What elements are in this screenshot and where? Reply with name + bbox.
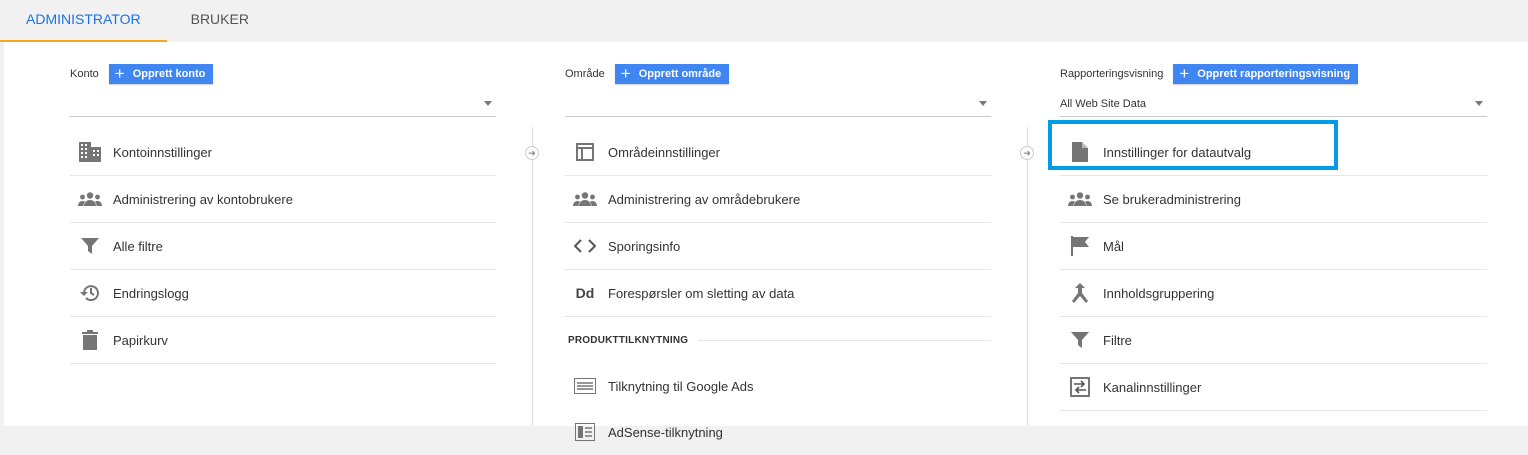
menu-item-label: Administrering av områdebrukere — [608, 191, 801, 207]
create-account-button[interactable]: + Opprett konto — [108, 64, 214, 84]
menu-item-view-users[interactable]: Se brukeradministrering — [1060, 176, 1487, 223]
menu-item-label: Alle filtre — [113, 238, 163, 254]
filter-icon — [1068, 328, 1092, 352]
menu-item-all-filters[interactable]: Alle filtre — [70, 223, 496, 270]
menu-item-adsense[interactable]: AdSense-tilknytning — [565, 409, 991, 455]
property-header: Område + Opprett område — [565, 64, 730, 84]
menu-item-account-settings[interactable]: Kontoinnstillinger — [70, 129, 496, 176]
section-heading-label: PRODUKTTILKNYTNING — [568, 334, 689, 346]
menu-item-filters[interactable]: Filtre — [1060, 317, 1487, 364]
plus-icon: + — [620, 64, 631, 83]
account-menu: Kontoinnstillinger Administrering av kon… — [70, 129, 496, 364]
people-icon — [573, 187, 597, 211]
menu-item-content-grouping[interactable]: Innholdsgruppering — [1060, 270, 1487, 317]
trash-icon — [78, 328, 102, 352]
building-icon — [78, 140, 102, 164]
channel-icon — [1068, 375, 1092, 399]
section-heading: PRODUKTTILKNYTNING — [565, 317, 991, 363]
create-account-label: Opprett konto — [132, 68, 206, 80]
menu-item-label: AdSense-tilknytning — [608, 424, 723, 440]
window-icon — [573, 140, 597, 164]
property-menu: Områdeinnstillinger Administrering av om… — [565, 129, 991, 455]
view-menu: Innstillinger for datautvalg Se brukerad… — [1060, 129, 1487, 411]
history-icon — [78, 281, 102, 305]
menu-item-label: Endringslogg — [113, 285, 189, 301]
menu-item-label: Tilknytning til Google Ads — [608, 378, 754, 394]
column-divider — [1027, 127, 1028, 426]
menu-item-channel-settings[interactable]: Kanalinnstillinger — [1060, 364, 1487, 411]
property-selector[interactable] — [565, 92, 991, 117]
code-icon — [573, 234, 597, 258]
column-divider — [532, 127, 533, 426]
ads-icon — [573, 374, 597, 398]
menu-item-account-users[interactable]: Administrering av kontobrukere — [70, 176, 496, 223]
dd-icon: Dd — [575, 285, 595, 301]
view-header: Rapporteringsvisning + Opprett rapporter… — [1060, 64, 1359, 84]
menu-item-label: Filtre — [1103, 332, 1132, 348]
menu-item-data-deletion[interactable]: Dd Forespørsler om sletting av data — [565, 270, 991, 317]
create-property-label: Opprett område — [638, 68, 722, 80]
flag-icon — [1068, 234, 1092, 258]
dropdown-arrow-icon — [1475, 101, 1483, 106]
tab-bruker[interactable]: BRUKER — [167, 0, 273, 42]
view-selector[interactable]: All Web Site Data — [1060, 92, 1487, 117]
menu-item-trash[interactable]: Papirkurv — [70, 317, 496, 364]
menu-item-label: Administrering av kontobrukere — [113, 191, 293, 207]
admin-tabs: ADMINISTRATOR BRUKER — [0, 0, 273, 42]
people-icon — [78, 187, 102, 211]
menu-item-change-history[interactable]: Endringslogg — [70, 270, 496, 317]
filter-icon — [78, 234, 102, 258]
menu-item-google-ads[interactable]: Tilknytning til Google Ads — [565, 363, 991, 409]
menu-item-label: Sporingsinfo — [608, 238, 681, 254]
account-header: Konto + Opprett konto — [70, 64, 214, 84]
divider — [698, 339, 991, 341]
menu-item-label: Områdeinnstillinger — [608, 144, 720, 160]
adsense-icon — [573, 420, 597, 444]
view-selected-value: All Web Site Data — [1060, 98, 1147, 110]
menu-item-property-settings[interactable]: Områdeinnstillinger — [565, 129, 991, 176]
menu-item-label: Kanalinnstillinger — [1103, 379, 1202, 395]
merge-icon — [1068, 281, 1092, 305]
menu-item-label: Papirkurv — [113, 332, 168, 348]
highlight-box — [1048, 120, 1338, 170]
plus-icon: + — [1179, 64, 1190, 83]
menu-item-label: Innholdsgruppering — [1103, 285, 1215, 301]
arrow-right-icon: ➜ — [525, 146, 539, 160]
property-label: Område — [565, 68, 605, 80]
create-view-button[interactable]: + Opprett rapporteringsvisning — [1173, 64, 1359, 84]
menu-item-label: Se brukeradministrering — [1103, 191, 1242, 207]
menu-item-goals[interactable]: Mål — [1060, 223, 1487, 270]
create-property-button[interactable]: + Opprett område — [614, 64, 730, 84]
menu-item-property-users[interactable]: Administrering av områdebrukere — [565, 176, 991, 223]
menu-item-tracking-info[interactable]: Sporingsinfo — [565, 223, 991, 270]
account-label: Konto — [70, 68, 99, 80]
dropdown-arrow-icon — [484, 101, 492, 106]
people-icon — [1068, 187, 1092, 211]
tab-administrator[interactable]: ADMINISTRATOR — [0, 0, 167, 42]
menu-item-label: Mål — [1103, 238, 1124, 254]
admin-panel: Konto + Opprett konto Kontoinnstillinger — [4, 42, 1528, 441]
account-selector[interactable] — [70, 92, 496, 117]
menu-item-label: Forespørsler om sletting av data — [608, 285, 795, 301]
arrow-right-icon: ➜ — [1020, 146, 1034, 160]
dropdown-arrow-icon — [979, 101, 987, 106]
menu-item-label: Kontoinnstillinger — [113, 144, 213, 160]
view-label: Rapporteringsvisning — [1060, 68, 1164, 80]
plus-icon: + — [114, 64, 125, 83]
create-view-label: Opprett rapporteringsvisning — [1197, 68, 1351, 80]
